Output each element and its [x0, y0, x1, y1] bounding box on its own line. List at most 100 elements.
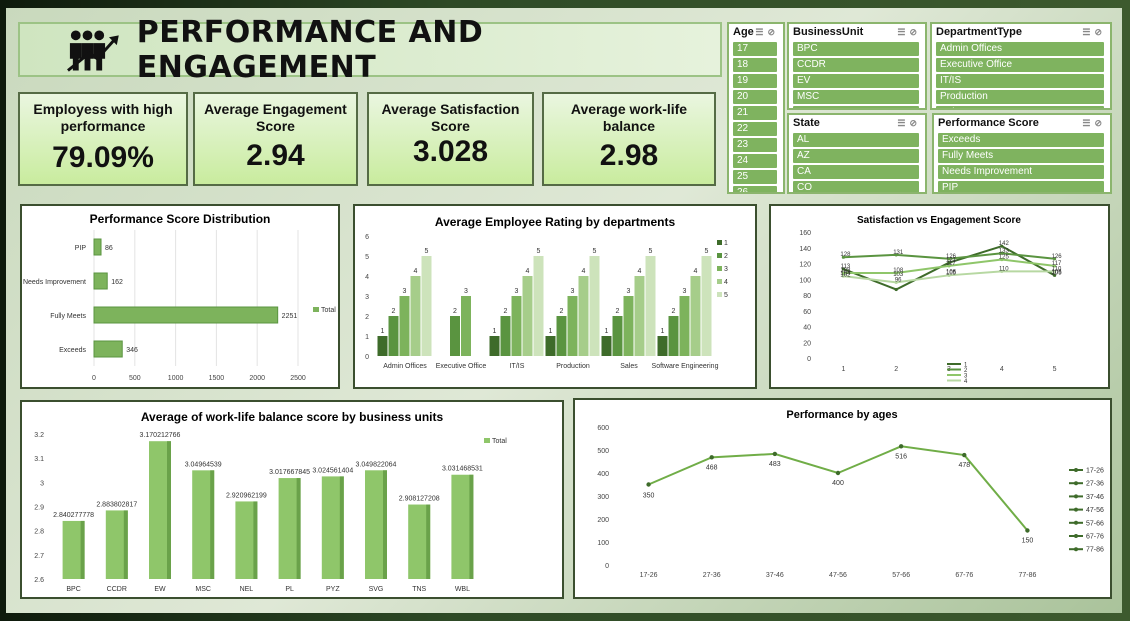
chart-svg: Average Employee Rating by departments 0 1…: [365, 215, 728, 370]
slicer-item[interactable]: 26: [733, 186, 777, 192]
filter-clear-icon[interactable]: ☰⊘: [1082, 27, 1106, 38]
chart-satisfaction-engagement: Satisfaction vs Engagement Score 0 20 40 60 8…: [769, 204, 1110, 389]
slicer-item[interactable]: Admin Offices: [936, 42, 1104, 56]
legend-label: 77-86: [1086, 547, 1104, 554]
data-label: 2: [453, 308, 457, 315]
chart-svg: Performance by ages 0 100 200 300 400 500 600 17…: [597, 409, 1104, 579]
slicer-item[interactable]: MSC: [793, 90, 919, 104]
filter-clear-icon[interactable]: ☰⊘: [755, 27, 779, 38]
kpi-value: 2.98: [599, 139, 659, 172]
y-tick-label: 3.1: [34, 456, 44, 463]
slicer-item[interactable]: PIP: [938, 181, 1104, 192]
slicer-business-unit[interactable]: BusinessUnit ☰⊘ BPC CCDR EV MSC NEL: [787, 22, 927, 110]
slicer-item[interactable]: AZ: [793, 149, 919, 163]
slicer-item[interactable]: CO: [793, 181, 919, 192]
slicer-item[interactable]: CA: [793, 165, 919, 179]
slicer-item[interactable]: Sales: [936, 106, 1104, 108]
y-tick-label: 600: [597, 425, 609, 432]
data-label: 346: [126, 347, 138, 354]
data-label: 3: [403, 288, 407, 295]
title-banner: PERFORMANCE AND ENGAGEMENT: [18, 15, 722, 85]
x-tick-label: 57-66: [892, 572, 910, 579]
slicer-item[interactable]: IT/IS: [936, 74, 1104, 88]
y-tick-label: 100: [597, 540, 609, 547]
slicer-item[interactable]: 18: [733, 58, 777, 72]
slicer-item[interactable]: Executive Office: [936, 58, 1104, 72]
data-label: 1: [381, 328, 385, 335]
chart-title: Average of work-life balance score by bu…: [141, 410, 444, 424]
data-label: 2.840277778: [53, 512, 94, 519]
x-tick-label: 1000: [168, 375, 184, 382]
x-tick-label: 4: [1000, 366, 1004, 373]
slicer-department-type[interactable]: DepartmentType ☰⊘ Admin Offices Executive …: [930, 22, 1112, 110]
x-tick-label: BPC: [66, 586, 80, 593]
bar: [578, 276, 589, 356]
slicer-item[interactable]: 19: [733, 74, 777, 88]
x-tick-label: 5: [1053, 366, 1057, 373]
data-label: 3.049822064: [356, 461, 397, 468]
slicer-item[interactable]: Exceeds: [938, 133, 1104, 147]
data-point: [898, 444, 904, 449]
slicer-item[interactable]: EV: [793, 74, 919, 88]
bar-side: [167, 441, 171, 579]
data-label: 483: [769, 461, 781, 468]
x-tick-label: PYZ: [326, 586, 340, 593]
slicer-state[interactable]: State ☰⊘ AL AZ CA CO: [787, 113, 927, 194]
bar-side: [296, 478, 301, 579]
slicer-item[interactable]: Production: [936, 90, 1104, 104]
kpi-label: Employess with high performance: [33, 101, 173, 134]
slicer-item[interactable]: CCDR: [793, 58, 919, 72]
x-tick-label: 1: [841, 366, 845, 373]
slicer-performance-score[interactable]: Performance Score ☰⊘ Exceeds Fully Meets Ne…: [932, 113, 1112, 194]
y-tick-label: 60: [803, 309, 811, 316]
x-tick-label: NEL: [240, 586, 254, 593]
bar: [545, 336, 556, 356]
kpi-card-high-performance: Employess with high performance 79.09%: [18, 92, 188, 186]
slicer-item[interactable]: Fully Meets: [938, 149, 1104, 163]
slicer-item[interactable]: BPC: [793, 42, 919, 56]
y-tick-label: 40: [803, 325, 811, 332]
bar: [634, 276, 645, 356]
slicer-item[interactable]: NEL: [793, 106, 919, 108]
data-label: 1: [661, 328, 665, 335]
data-label: 5: [425, 248, 429, 255]
y-tick-label: 0: [807, 356, 811, 363]
y-tick-label: 5: [365, 254, 369, 261]
x-tick-label: 47-56: [829, 572, 847, 579]
slicer-item[interactable]: 25: [733, 170, 777, 184]
slicer-item[interactable]: 20: [733, 90, 777, 104]
slicer-age[interactable]: Age ☰⊘ 17 18 19 20 21 22 23 24 25 26: [727, 22, 785, 194]
bar: [522, 276, 533, 356]
data-label: 5: [593, 248, 597, 255]
x-tick-label: Sales: [620, 363, 638, 370]
slicer-item[interactable]: 17: [733, 42, 777, 56]
slicer-item[interactable]: 24: [733, 154, 777, 168]
y-tick-label: 160: [799, 230, 811, 237]
filter-clear-icon[interactable]: ☰⊘: [897, 27, 921, 38]
slicer-item[interactable]: AL: [793, 133, 919, 147]
data-label: 1: [605, 328, 609, 335]
slicer-item[interactable]: 22: [733, 122, 777, 136]
slicer-item[interactable]: 21: [733, 106, 777, 120]
x-tick-label: PL: [285, 586, 294, 593]
legend-marker: [1074, 494, 1078, 499]
data-label: 106: [946, 270, 957, 276]
filter-clear-icon[interactable]: ☰⊘: [897, 118, 921, 129]
filter-clear-icon[interactable]: ☰⊘: [1082, 118, 1106, 129]
data-label: 110: [999, 266, 1009, 272]
bar: [511, 296, 522, 356]
legend-label: 17-26: [1086, 468, 1104, 475]
data-label: 102: [840, 273, 851, 279]
data-label: 133: [999, 248, 1010, 254]
legend-label: 3: [724, 266, 728, 273]
slicer-item[interactable]: 23: [733, 138, 777, 152]
x-tick-label: Admin Offices: [383, 363, 427, 370]
data-label: 105: [1052, 270, 1063, 276]
data-point: [835, 470, 841, 476]
slicer-title: BusinessUnit: [793, 26, 864, 38]
slicer-item[interactable]: Needs Improvement: [938, 165, 1104, 179]
series-line: [648, 445, 1029, 532]
bar-side: [80, 520, 85, 579]
chart-svg: Performance Score Distribution 0 500 1000 15…: [23, 212, 336, 382]
data-label: 4: [414, 268, 418, 275]
